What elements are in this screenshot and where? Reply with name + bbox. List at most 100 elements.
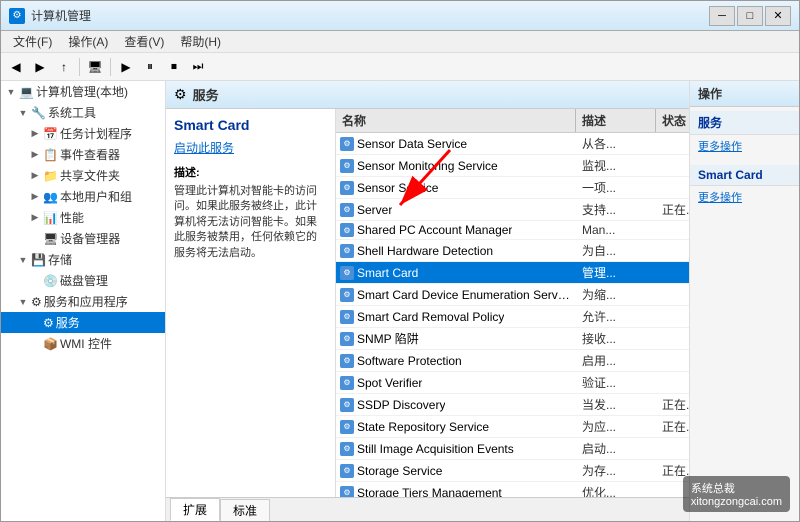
service-desc-cell: 从各...: [576, 133, 656, 154]
service-status-cell: [656, 186, 689, 190]
col-header-desc[interactable]: 描述: [576, 109, 656, 132]
service-name-cell: ⚙Smart Card Removal Policy: [336, 308, 576, 326]
tree-item-system-tools[interactable]: ▼ 🔧 系统工具: [1, 102, 165, 123]
show-hide-button[interactable]: 🖥: [84, 56, 106, 78]
more-operations-smartcard[interactable]: 更多操作: [690, 186, 799, 208]
table-row[interactable]: ⚙Server支持...正在...: [336, 199, 689, 221]
restart-button[interactable]: ⏭: [187, 56, 209, 78]
table-row[interactable]: ⚙Still Image Acquisition Events启动...: [336, 438, 689, 460]
tree-item-storage[interactable]: ▼ 💾 存储: [1, 249, 165, 270]
service-list-area[interactable]: 名称 描述 状态 ⚙Sensor Data Service从各...⚙Senso…: [336, 109, 689, 497]
tree-item-shared-folders[interactable]: ▶ 📁 共享文件夹: [1, 165, 165, 186]
services-header-bar: ⚙ 服务: [166, 81, 689, 109]
tree-item-performance[interactable]: ▶ 📊 性能: [1, 207, 165, 228]
table-row[interactable]: ⚙SSDP Discovery当发...正在...: [336, 394, 689, 416]
close-button[interactable]: ✕: [765, 6, 791, 26]
stop-button[interactable]: ⏹: [163, 56, 185, 78]
tab-standard[interactable]: 标准: [220, 499, 270, 521]
table-row[interactable]: ⚙Shell Hardware Detection为自...: [336, 240, 689, 262]
service-name-text: State Repository Service: [357, 420, 489, 434]
service-desc-cell: 当发...: [576, 394, 656, 415]
play-button[interactable]: ▶: [115, 56, 137, 78]
service-desc-cell: 允许...: [576, 306, 656, 327]
maximize-button[interactable]: □: [737, 6, 763, 26]
service-status-cell: [656, 293, 689, 297]
table-row[interactable]: ⚙Sensor Service一项...: [336, 177, 689, 199]
table-row[interactable]: ⚙Storage Service为存...正在...: [336, 460, 689, 482]
table-row[interactable]: ⚙Software Protection启用...: [336, 350, 689, 372]
col-header-name[interactable]: 名称: [336, 109, 576, 132]
menu-action[interactable]: 操作(A): [60, 31, 116, 52]
table-row[interactable]: ⚙Spot Verifier验证...: [336, 372, 689, 394]
services-header-icon: ⚙: [174, 86, 187, 103]
service-desc-cell: 优化...: [576, 482, 656, 497]
expand-icon-perf: ▶: [29, 212, 41, 224]
service-gear-icon: ⚙: [340, 376, 354, 390]
app-icon: ⚙: [9, 8, 25, 24]
perf-icon: 📊: [43, 211, 58, 225]
tab-extended[interactable]: 扩展: [170, 498, 220, 521]
minimize-button[interactable]: ─: [709, 6, 735, 26]
menu-help[interactable]: 帮助(H): [172, 31, 229, 52]
service-name-text: Smart Card Removal Policy: [357, 310, 504, 324]
tree-label-perf: 性能: [60, 209, 84, 226]
service-name-text: Shell Hardware Detection: [357, 244, 493, 258]
table-row[interactable]: ⚙Smart Card管理...: [336, 262, 689, 284]
table-row[interactable]: ⚙Sensor Data Service从各...: [336, 133, 689, 155]
table-row[interactable]: ⚙Smart Card Device Enumeration Service为缩…: [336, 284, 689, 306]
forward-button[interactable]: ▶: [29, 56, 51, 78]
table-row[interactable]: ⚙State Repository Service为应...正在...: [336, 416, 689, 438]
service-name-cell: ⚙Sensor Service: [336, 179, 576, 197]
service-name-text: SSDP Discovery: [357, 398, 445, 412]
service-detail-title: Smart Card: [174, 117, 327, 133]
col-header-status[interactable]: 状态: [656, 109, 689, 132]
tree-label-root: 计算机管理(本地): [36, 83, 128, 100]
service-status-cell: [656, 337, 689, 341]
table-row[interactable]: ⚙Smart Card Removal Policy允许...: [336, 306, 689, 328]
service-name-text: Still Image Acquisition Events: [357, 442, 514, 456]
more-operations-services[interactable]: 更多操作: [690, 135, 799, 157]
service-detail-panel: Smart Card 启动此服务 描述: 管理此计算机对智能卡的访问问。如果此服…: [166, 109, 336, 497]
main-window: ⚙ 计算机管理 ─ □ ✕ 文件(F) 操作(A) 查看(V) 帮助(H) ◀ …: [0, 0, 800, 522]
tree-item-event-viewer[interactable]: ▶ 📋 事件查看器: [1, 144, 165, 165]
tree-item-root[interactable]: ▼ 💻 计算机管理(本地): [1, 81, 165, 102]
back-button[interactable]: ◀: [5, 56, 27, 78]
table-row[interactable]: ⚙SNMP 陷阱接收...: [336, 328, 689, 350]
expand-icon-systools: ▼: [17, 107, 29, 119]
tree-item-services[interactable]: ⚙ 服务: [1, 312, 165, 333]
service-name-text: Sensor Service: [357, 181, 438, 195]
table-row[interactable]: ⚙Storage Tiers Management优化...: [336, 482, 689, 497]
service-name-text: SNMP 陷阱: [357, 330, 419, 347]
watermark-line1: 系统总裁: [691, 480, 782, 496]
tree-item-local-users[interactable]: ▶ 👥 本地用户和组: [1, 186, 165, 207]
tree-item-wmi[interactable]: 📦 WMI 控件: [1, 333, 165, 354]
table-row[interactable]: ⚙Shared PC Account ManagerMan...: [336, 221, 689, 240]
service-name-cell: ⚙Storage Tiers Management: [336, 484, 576, 498]
table-row[interactable]: ⚙Sensor Monitoring Service监视...: [336, 155, 689, 177]
tree-item-services-apps[interactable]: ▼ ⚙ 服务和应用程序: [1, 291, 165, 312]
section-title-services: 服务: [690, 111, 799, 135]
service-name-text: Server: [357, 203, 392, 217]
tree-label-storage: 存储: [48, 251, 72, 268]
pause-button[interactable]: ⏸: [139, 56, 161, 78]
service-gear-icon: ⚙: [340, 159, 354, 173]
service-gear-icon: ⚙: [340, 464, 354, 478]
expand-icon-users: ▶: [29, 191, 41, 203]
service-list-header: 名称 描述 状态: [336, 109, 689, 133]
tree-item-device-manager[interactable]: 🖥 设备管理器: [1, 228, 165, 249]
expand-icon-svc: ▼: [17, 296, 29, 308]
up-button[interactable]: ↑: [53, 56, 75, 78]
service-desc-cell: 为存...: [576, 460, 656, 481]
menu-file[interactable]: 文件(F): [5, 31, 60, 52]
service-gear-icon: ⚙: [340, 310, 354, 324]
expand-icon-storage: ▼: [17, 254, 29, 266]
service-gear-icon: ⚙: [340, 223, 354, 237]
tree-label-shared: 共享文件夹: [60, 167, 120, 184]
tree-item-task-scheduler[interactable]: ▶ 📅 任务计划程序: [1, 123, 165, 144]
start-service-link[interactable]: 启动此服务: [174, 139, 327, 156]
service-gear-icon: ⚙: [340, 442, 354, 456]
operations-header: 操作: [690, 81, 799, 107]
tree-item-disk-mgmt[interactable]: 💿 磁盘管理: [1, 270, 165, 291]
menu-view[interactable]: 查看(V): [116, 31, 172, 52]
service-status-cell: [656, 271, 689, 275]
